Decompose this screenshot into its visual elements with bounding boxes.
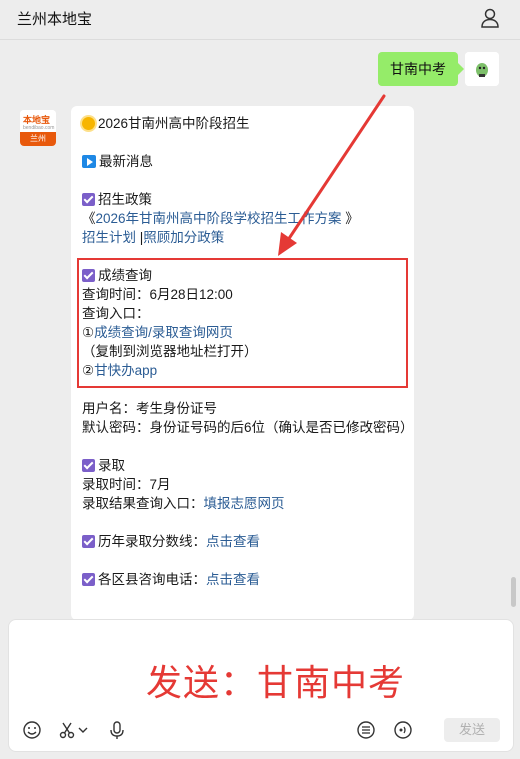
sent-message-row: 甘南中考	[0, 52, 520, 92]
score-entry-label: 查询入口：	[82, 306, 150, 321]
user-icon[interactable]	[480, 7, 500, 29]
checkbox-icon	[82, 459, 95, 472]
entry2-link[interactable]: 甘快办app	[94, 363, 157, 378]
plan-link[interactable]: 招生计划	[82, 230, 136, 245]
voice-call-icon[interactable]	[393, 720, 413, 740]
phone-label: 各区县咨询电话：	[98, 572, 206, 587]
scissors-icon[interactable]	[57, 720, 77, 740]
policy-link-prefix: 《	[82, 211, 96, 226]
score-heading: 成绩查询	[98, 268, 152, 283]
password-info: 默认密码：身份证号码的后6位（确认是否已修改密码）	[82, 420, 414, 435]
input-text[interactable]: 发送：甘南中考	[146, 654, 405, 706]
chat-scrollbar[interactable]	[511, 577, 516, 607]
admit-heading: 录取	[98, 458, 125, 473]
policy-link-suffix: 》	[341, 211, 359, 226]
history-label: 历年录取分数线：	[98, 534, 206, 549]
phone-link[interactable]: 点击查看	[206, 572, 260, 587]
entry1-number: ①	[82, 325, 95, 340]
avatar-city: 兰州	[20, 132, 56, 146]
entry1-link[interactable]: 成绩查询/录取查询网页	[94, 325, 233, 340]
sticker-avatar-icon[interactable]	[465, 52, 499, 86]
entry1-note: （复制到浏览器地址栏打开）	[82, 344, 258, 359]
chat-title: 兰州本地宝	[17, 11, 93, 28]
checkbox-icon	[82, 573, 95, 586]
microphone-icon[interactable]	[107, 720, 127, 740]
sent-message-bubble[interactable]: 甘南中考	[378, 52, 464, 86]
emoji-icon[interactable]	[22, 720, 42, 740]
policy-link[interactable]: 2026年甘南州高中阶段学校招生工作方案	[96, 211, 342, 226]
score-time: 查询时间：6月28日12:00	[82, 287, 233, 302]
admit-entry-label: 录取结果查询入口：	[82, 496, 204, 511]
avatar-brand-sub: bendibao.com	[23, 125, 55, 131]
latest-news-label: 最新消息	[99, 154, 153, 169]
chevron-down-icon[interactable]	[77, 720, 89, 740]
chat-header: 兰州本地宝	[0, 0, 520, 40]
checkbox-icon	[82, 193, 95, 206]
checkbox-icon	[82, 535, 95, 548]
history-link[interactable]: 点击查看	[206, 534, 260, 549]
sun-icon	[82, 117, 95, 130]
message-input-area[interactable]: 发送：甘南中考 发送	[8, 619, 514, 752]
checkbox-icon	[82, 269, 95, 282]
policy-heading: 招生政策	[98, 192, 152, 207]
entry2-number: ②	[82, 363, 95, 378]
username-info: 用户名：考生身份证号	[82, 401, 217, 416]
history-icon[interactable]	[356, 720, 376, 740]
send-button[interactable]: 发送	[444, 718, 500, 742]
play-icon	[82, 155, 96, 168]
admit-time: 录取时间：7月	[82, 477, 171, 492]
received-message-bubble: 2026甘南州高中阶段招生 最新消息 招生政策 《2026年甘南州高中阶段学校招…	[71, 106, 414, 620]
bonus-link[interactable]: 照顾加分政策	[143, 230, 224, 245]
message-title: 2026甘南州高中阶段招生	[98, 116, 250, 131]
admit-entry-link[interactable]: 填报志愿网页	[204, 496, 285, 511]
bendibao-avatar[interactable]: 本地宝 bendibao.com 兰州	[20, 110, 56, 146]
